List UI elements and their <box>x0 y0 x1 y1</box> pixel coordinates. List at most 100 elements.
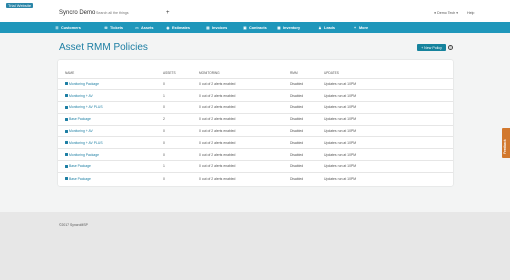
policy-link[interactable]: Monitoring Package <box>65 153 163 157</box>
page-title: Asset RMM Policies <box>59 42 148 53</box>
col-monitoring[interactable]: MONITORING <box>199 69 290 78</box>
table-row[interactable]: Base Package 2 0 out of 2 alerts enabled… <box>58 112 453 126</box>
monitoring-status: 0 out of 2 alerts enabled <box>199 101 290 114</box>
document-icon <box>65 129 68 133</box>
document-icon <box>65 177 68 181</box>
policy-link[interactable]: Base Package <box>65 177 163 181</box>
document-icon <box>65 82 68 86</box>
monitoring-status: 0 out of 2 alerts enabled <box>199 112 290 126</box>
col-updates[interactable]: UPDATES <box>324 69 453 78</box>
col-rmm[interactable]: RMM <box>290 69 324 78</box>
nav-more[interactable]: + More <box>353 22 368 33</box>
monitoring-status: 0 out of 2 alerts enabled <box>199 124 290 137</box>
policy-name: Base Package <box>69 164 91 169</box>
policy-link[interactable]: Monitoring Package <box>65 82 163 86</box>
policy-link[interactable]: Monitoring + AV PLUS <box>65 141 163 145</box>
nav-assets[interactable]: ▭ Assets <box>135 22 153 33</box>
policy-name: Base Package <box>69 117 91 122</box>
assets-count: 1 <box>163 89 199 102</box>
updates-schedule: Updates run at 10PM <box>324 148 453 161</box>
policy-name: Monitoring + AV PLUS <box>69 140 103 145</box>
monitoring-status: 0 out of 2 alerts enabled <box>199 148 290 161</box>
monitoring-status: 0 out of 2 alerts enabled <box>199 160 290 173</box>
monitoring-status: 0 out of 2 alerts enabled <box>199 89 290 102</box>
policy-link[interactable]: Base Package <box>65 117 163 121</box>
document-icon <box>65 94 68 98</box>
nav-customers[interactable]: ☰ Customers <box>55 22 81 33</box>
policy-name: Monitoring Package <box>69 81 99 86</box>
nav-label: Assets <box>141 25 154 30</box>
nav-tickets[interactable]: ✉ Tickets <box>104 22 123 33</box>
rmm-status: Disabled <box>290 77 324 90</box>
estimate-icon: ◉ <box>166 25 170 30</box>
footer: ©2017 SyncroMSP <box>0 212 510 280</box>
policy-link[interactable]: Base Package <box>65 164 163 168</box>
ticket-icon: ✉ <box>104 25 108 30</box>
users-icon: ☰ <box>55 25 59 30</box>
nav-label: More <box>359 25 369 30</box>
chevron-down-icon: ▾ <box>456 11 459 15</box>
updates-schedule: Updates run at 10PM <box>324 171 453 185</box>
nav-contracts[interactable]: ▣ Contracts <box>243 22 267 33</box>
search-input[interactable] <box>96 10 161 16</box>
policy-link[interactable]: Monitoring + AV PLUS <box>65 105 163 109</box>
table-row[interactable]: Monitoring + AV 1 0 out of 2 alerts enab… <box>58 89 453 102</box>
col-assets[interactable]: ASSETS <box>163 69 199 78</box>
nav-leads[interactable]: ♟ Leads <box>318 22 335 33</box>
document-icon <box>65 105 68 109</box>
rmm-status: Disabled <box>290 124 324 137</box>
policy-name: Monitoring + AV <box>69 93 93 98</box>
assets-count: 2 <box>163 112 199 126</box>
brand-name[interactable]: Syncro Demo <box>59 10 95 16</box>
assets-count: 0 <box>163 148 199 161</box>
new-policy-button[interactable]: + New Policy <box>417 44 446 51</box>
monitoring-status: 0 out of 2 alerts enabled <box>199 171 290 185</box>
updates-schedule: Updates run at 10PM <box>324 136 453 149</box>
assets-count: 1 <box>163 160 199 173</box>
col-name[interactable]: NAME <box>58 69 163 78</box>
assets-count: 0 <box>163 124 199 137</box>
nav-label: Invoices <box>212 25 228 30</box>
nav-estimates[interactable]: ◉ Estimates <box>166 22 190 33</box>
document-icon <box>65 117 68 121</box>
nav-label: Contracts <box>249 25 267 30</box>
user-name: Demo Tech <box>437 11 456 15</box>
assets-count: 0 <box>163 101 199 114</box>
document-icon <box>65 164 68 168</box>
table-row[interactable]: Monitoring + AV PLUS 0 0 out of 2 alerts… <box>58 136 453 149</box>
monitor-icon: ▭ <box>135 25 139 30</box>
document-icon <box>65 153 68 157</box>
user-menu[interactable]: ● Demo Tech ▾ <box>434 11 458 15</box>
rmm-status: Disabled <box>290 148 324 161</box>
feedback-tab[interactable]: Feedback <box>502 128 510 158</box>
help-link[interactable]: Help <box>467 11 474 15</box>
table-row[interactable]: Base Package 0 0 out of 2 alerts enabled… <box>58 171 453 185</box>
nav-inventory[interactable]: ▦ Inventory <box>277 22 300 33</box>
monitoring-status: 0 out of 2 alerts enabled <box>199 77 290 90</box>
table-header: NAME ASSETS MONITORING RMM UPDATES <box>58 69 453 78</box>
table-row[interactable]: Base Package 1 0 out of 2 alerts enabled… <box>58 160 453 173</box>
policy-link[interactable]: Monitoring + AV <box>65 94 163 98</box>
user-icon: ● <box>434 11 437 15</box>
help-icon[interactable]: ? <box>448 45 453 50</box>
quick-add-button[interactable]: + <box>166 10 170 16</box>
nav-label: Customers <box>61 25 81 30</box>
rmm-status: Disabled <box>290 136 324 149</box>
nav-label: Tickets <box>110 25 124 30</box>
table-row[interactable]: Monitoring Package 0 0 out of 2 alerts e… <box>58 148 453 161</box>
policies-table: NAME ASSETS MONITORING RMM UPDATES Monit… <box>58 69 453 185</box>
top-bar: Trial Website Syncro Demo + ● Demo Tech … <box>0 0 510 22</box>
trial-badge: Trial Website <box>6 3 34 8</box>
plus-icon: + <box>353 25 357 30</box>
monitoring-status: 0 out of 2 alerts enabled <box>199 136 290 149</box>
nav-invoices[interactable]: ▤ Invoices <box>206 22 227 33</box>
assets-count: 0 <box>163 77 199 90</box>
rmm-status: Disabled <box>290 171 324 185</box>
table-row[interactable]: Monitoring + AV 0 0 out of 2 alerts enab… <box>58 124 453 137</box>
contract-icon: ▣ <box>243 25 247 30</box>
policy-link[interactable]: Monitoring + AV <box>65 129 163 133</box>
table-row[interactable]: Monitoring + AV PLUS 0 0 out of 2 alerts… <box>58 101 453 114</box>
table-row[interactable]: Monitoring Package 0 0 out of 2 alerts e… <box>58 77 453 90</box>
nav-label: Estimates <box>172 25 190 30</box>
main-nav: ☰ Customers ✉ Tickets ▭ Assets ◉ Estimat… <box>0 22 510 33</box>
